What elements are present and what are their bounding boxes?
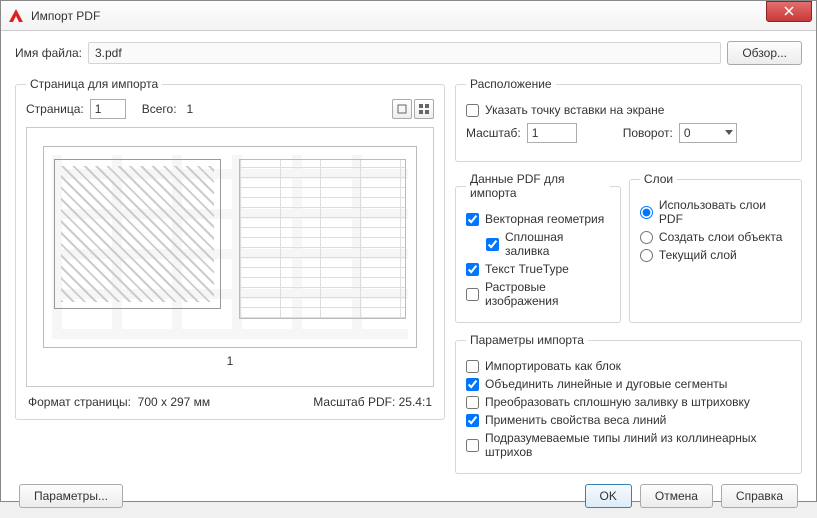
join-segments-checkbox[interactable]: Объединить линейные и дуговые сегменты xyxy=(466,377,791,391)
layers-legend: Слои xyxy=(640,172,677,186)
scale-label: Масштаб: xyxy=(466,126,521,140)
vector-geometry-checkbox[interactable]: Векторная геометрия xyxy=(466,212,610,226)
import-options-group: Параметры импорта Импортировать как блок… xyxy=(455,333,802,474)
window-title: Импорт PDF xyxy=(31,9,766,23)
pdf-data-legend: Данные PDF для импорта xyxy=(466,172,610,200)
convert-fill-checkbox[interactable]: Преобразовать сплошную заливку в штрихов… xyxy=(466,395,791,409)
view-grid-button[interactable] xyxy=(414,99,434,119)
total-value: 1 xyxy=(187,102,194,116)
scale-input[interactable]: 1 xyxy=(527,123,577,143)
create-object-layers-radio[interactable]: Создать слои объекта xyxy=(640,230,791,244)
filename-label: Имя файла: xyxy=(15,46,82,60)
dialog-content: Имя файла: 3.pdf Обзор... Страница для и… xyxy=(1,31,816,518)
page-import-legend: Страница для импорта xyxy=(26,77,162,91)
rotation-select[interactable]: 0 xyxy=(679,123,737,143)
page-input[interactable]: 1 xyxy=(90,99,126,119)
rotation-label: Поворот: xyxy=(623,126,673,140)
grid-icon xyxy=(419,104,429,114)
ok-button[interactable]: OK xyxy=(585,484,632,508)
raster-checkbox[interactable]: Растровые изображения xyxy=(466,280,610,308)
layers-group: Слои Использовать слои PDF Создать слои … xyxy=(629,172,802,323)
page-label: Страница: xyxy=(26,102,84,116)
truetype-checkbox[interactable]: Текст TrueType xyxy=(466,262,610,276)
help-button[interactable]: Справка xyxy=(721,484,798,508)
pdf-scale: Масштаб PDF: 25.4:1 xyxy=(313,395,432,409)
page-format: Формат страницы: 700 x 297 мм xyxy=(28,395,210,409)
current-layer-radio[interactable]: Текущий слой xyxy=(640,248,791,262)
file-row: Имя файла: 3.pdf Обзор... xyxy=(15,41,802,65)
location-group: Расположение Указать точку вставки на эк… xyxy=(455,77,802,162)
preview-thumbnail xyxy=(43,146,417,347)
close-button[interactable] xyxy=(766,1,812,22)
browse-button[interactable]: Обзор... xyxy=(727,41,802,65)
titlebar: Импорт PDF xyxy=(1,1,816,31)
close-icon xyxy=(784,6,794,16)
preview-page-number: 1 xyxy=(227,354,234,368)
lineweight-checkbox[interactable]: Применить свойства веса линий xyxy=(466,413,791,427)
total-label: Всего: xyxy=(142,102,177,116)
infer-linetypes-checkbox[interactable]: Подразумеваемые типы линий из коллинеарн… xyxy=(466,431,791,459)
location-legend: Расположение xyxy=(466,77,556,91)
square-icon xyxy=(397,104,407,114)
app-logo-icon xyxy=(7,7,25,25)
specify-point-checkbox[interactable]: Указать точку вставки на экране xyxy=(466,103,791,117)
import-options-legend: Параметры импорта xyxy=(466,333,588,347)
dialog-window: Импорт PDF Имя файла: 3.pdf Обзор... Стр… xyxy=(0,0,817,502)
as-block-checkbox[interactable]: Импортировать как блок xyxy=(466,359,791,373)
page-preview[interactable]: 1 xyxy=(26,127,434,387)
page-import-group: Страница для импорта Страница: 1 Всего: … xyxy=(15,77,445,420)
use-pdf-layers-radio[interactable]: Использовать слои PDF xyxy=(640,198,791,226)
solid-fill-checkbox[interactable]: Сплошная заливка xyxy=(486,230,610,258)
filename-field[interactable]: 3.pdf xyxy=(88,42,721,64)
view-single-button[interactable] xyxy=(392,99,412,119)
pdf-data-group: Данные PDF для импорта Векторная геометр… xyxy=(455,172,621,323)
cancel-button[interactable]: Отмена xyxy=(640,484,713,508)
chevron-down-icon xyxy=(725,130,733,135)
options-button[interactable]: Параметры... xyxy=(19,484,123,508)
